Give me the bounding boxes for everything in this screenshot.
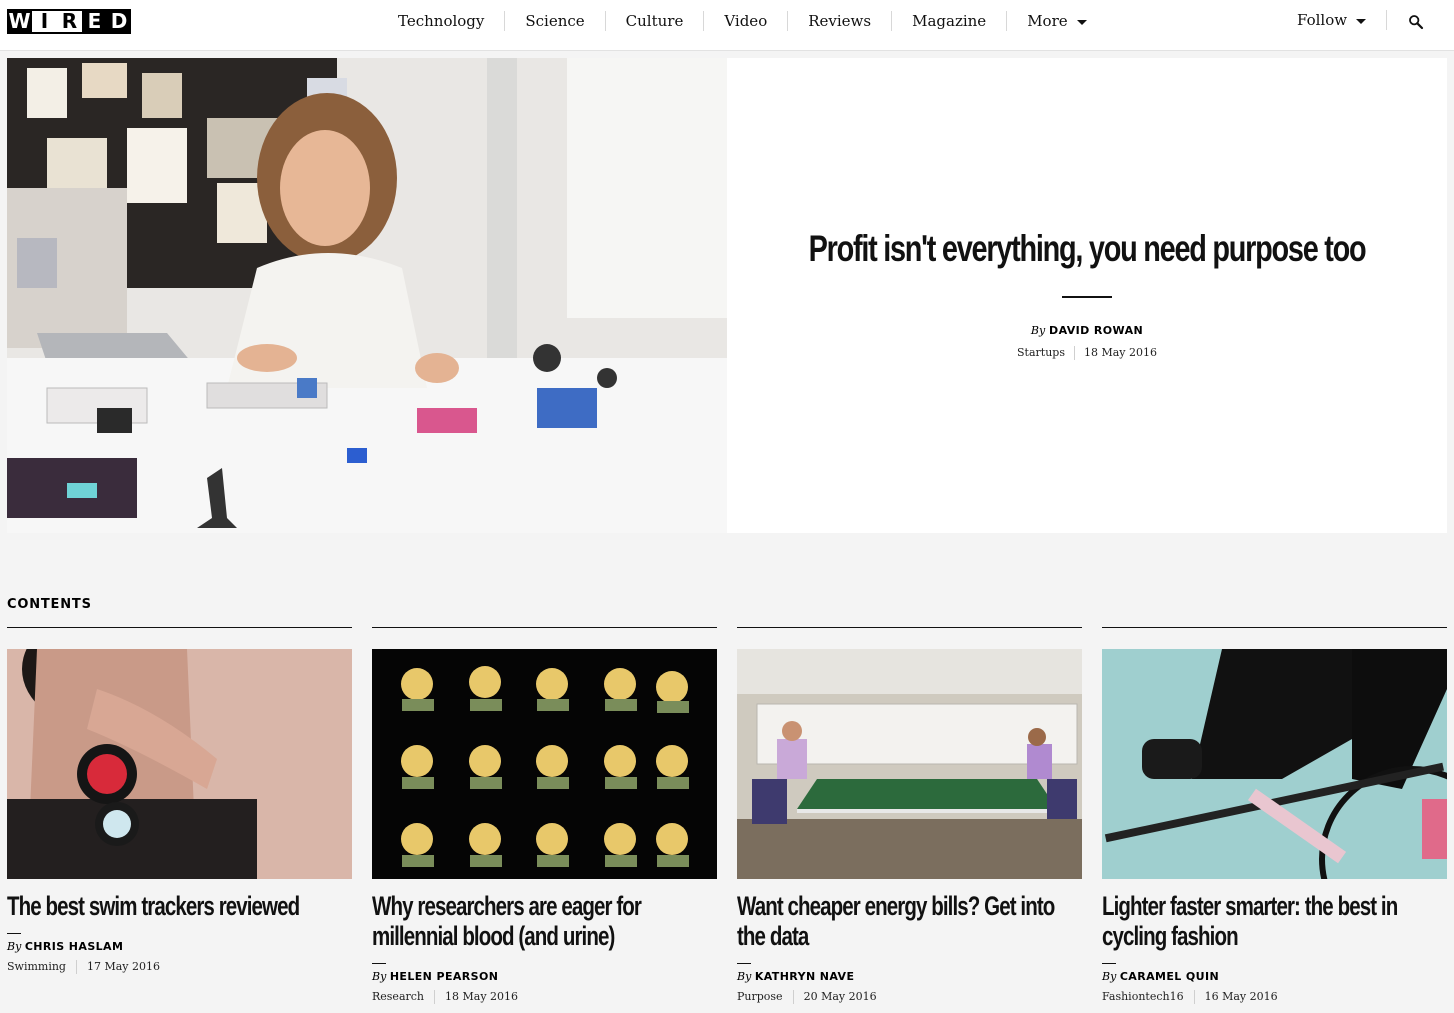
meta-divider	[75, 960, 77, 974]
card-meta: Fashiontech16 16 May 2016	[1102, 990, 1447, 1004]
nav-item-label: Video	[724, 12, 768, 30]
by-label: By	[7, 940, 22, 953]
hero-meta: Startups 18 May 2016	[727, 346, 1447, 360]
search-icon[interactable]	[1408, 14, 1424, 30]
by-label: By	[372, 970, 387, 983]
publish-date: 17 May 2016	[86, 960, 161, 973]
nav-item-label: More	[1027, 12, 1068, 30]
category-link[interactable]: Research	[372, 990, 424, 1003]
article-card: The best swim trackers reviewed By CHRIS…	[7, 627, 352, 974]
card-image[interactable]	[372, 649, 717, 879]
category-link[interactable]: Fashiontech16	[1102, 990, 1184, 1003]
card-top-rule	[7, 627, 352, 628]
card-headline[interactable]: The best swim trackers reviewed	[7, 891, 353, 921]
card-headline[interactable]: Why researchers are eager for millennial…	[372, 891, 718, 951]
by-label: By	[737, 970, 752, 983]
card-top-rule	[737, 627, 1082, 628]
nav-item-more[interactable]: More	[1006, 11, 1106, 31]
swimmer-photo	[7, 649, 352, 879]
card-top-rule	[372, 627, 717, 628]
follow-label: Follow	[1297, 11, 1348, 29]
publish-date: 20 May 2016	[803, 990, 877, 1003]
category-link[interactable]: Startups	[1017, 346, 1065, 359]
category-link[interactable]: Purpose	[737, 990, 783, 1003]
logo-letter: R	[57, 9, 82, 34]
caret-down-icon	[1356, 18, 1367, 24]
meta-divider	[792, 990, 794, 1004]
article-card: Lighter faster smarter: the best in cycl…	[1102, 627, 1447, 1004]
card-image[interactable]	[7, 649, 352, 879]
card-byline: By KATHRYN NAVE	[737, 970, 1082, 983]
meta-divider	[1193, 990, 1195, 1004]
section-menu: Technology Science Culture Video Reviews…	[378, 0, 1107, 42]
publish-date: 18 May 2016	[1083, 346, 1157, 359]
follow-button[interactable]: Follow	[1297, 10, 1388, 30]
article-card: Why researchers are eager for millennial…	[372, 627, 717, 1004]
card-meta: Purpose 20 May 2016	[737, 990, 1082, 1004]
wired-logo[interactable]: W I R E D	[7, 9, 131, 34]
card-top-rule	[1102, 627, 1447, 628]
author-link[interactable]: HELEN PEARSON	[390, 970, 499, 983]
article-card: Want cheaper energy bills? Get into the …	[737, 627, 1082, 1004]
portraits-illustration	[372, 649, 717, 879]
contents-heading: CONTENTS	[7, 597, 92, 612]
office-photo	[737, 649, 1082, 879]
nav-item-label: Magazine	[912, 12, 987, 30]
nav-item-video[interactable]: Video	[703, 11, 787, 31]
category-link[interactable]: Swimming	[7, 960, 66, 973]
card-byline: By CHRIS HASLAM	[7, 940, 352, 953]
card-dash	[1102, 963, 1116, 964]
card-dash	[737, 963, 751, 964]
author-link[interactable]: DAVID ROWAN	[1049, 324, 1143, 337]
card-meta: Research 18 May 2016	[372, 990, 717, 1004]
logo-letter: I	[32, 9, 57, 34]
card-meta: Swimming 17 May 2016	[7, 960, 352, 974]
caret-down-icon	[1076, 19, 1087, 25]
nav-item-label: Culture	[625, 12, 684, 30]
card-headline[interactable]: Lighter faster smarter: the best in cycl…	[1102, 891, 1448, 951]
card-byline: By CARAMEL QUIN	[1102, 970, 1447, 983]
hero-byline: By DAVID ROWAN	[727, 323, 1447, 337]
author-link[interactable]: KATHRYN NAVE	[755, 970, 855, 983]
card-image[interactable]	[737, 649, 1082, 879]
author-link[interactable]: CHRIS HASLAM	[25, 940, 124, 953]
meta-divider	[434, 990, 436, 1004]
nav-item-label: Technology	[398, 12, 485, 30]
nav-item-label: Science	[525, 12, 585, 30]
nav-item-magazine[interactable]: Magazine	[891, 11, 1006, 31]
meta-divider	[1073, 346, 1075, 360]
card-byline: By HELEN PEARSON	[372, 970, 717, 983]
by-label: By	[1030, 324, 1046, 337]
card-dash	[7, 933, 21, 934]
logo-letter: D	[107, 9, 131, 34]
nav-item-technology[interactable]: Technology	[378, 11, 504, 31]
hero-article-panel: Profit isn't everything, you need purpos…	[727, 58, 1447, 533]
card-dash	[372, 963, 386, 964]
publish-date: 16 May 2016	[1204, 990, 1278, 1003]
nav-item-reviews[interactable]: Reviews	[787, 11, 891, 31]
card-headline[interactable]: Want cheaper energy bills? Get into the …	[737, 891, 1083, 951]
nav-item-science[interactable]: Science	[504, 11, 604, 31]
top-navigation-bar: W I R E D Technology Science Culture Vid…	[0, 0, 1454, 51]
hero-photo	[7, 58, 727, 533]
logo-letter: W	[7, 9, 32, 34]
logo-letter: E	[82, 9, 107, 34]
nav-item-culture[interactable]: Culture	[604, 11, 704, 31]
hero-headline[interactable]: Profit isn't everything, you need purpos…	[806, 228, 1368, 270]
cyclist-photo	[1102, 649, 1447, 879]
card-image[interactable]	[1102, 649, 1447, 879]
hero-image[interactable]	[7, 58, 727, 533]
publish-date: 18 May 2016	[445, 990, 519, 1003]
nav-item-label: Reviews	[808, 12, 872, 30]
by-label: By	[1102, 970, 1117, 983]
headline-divider	[1062, 296, 1112, 298]
author-link[interactable]: CARAMEL QUIN	[1120, 970, 1219, 983]
